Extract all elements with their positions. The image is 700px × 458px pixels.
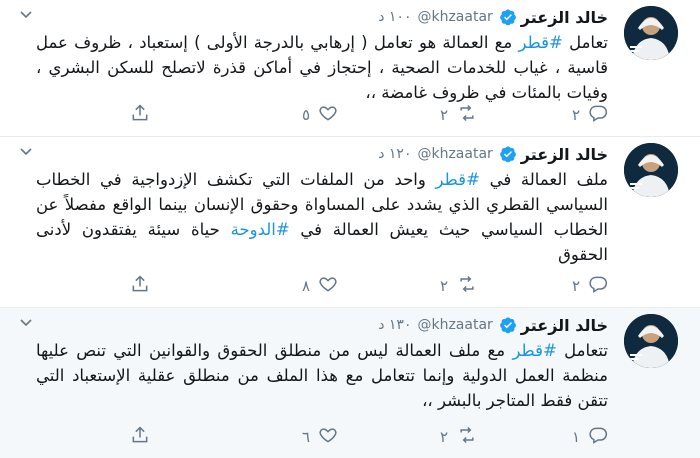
timestamp[interactable]: ١٠٠ د	[378, 9, 411, 25]
username-handle[interactable]: @khzaatar	[417, 146, 492, 162]
tweet-text-part: تعامل	[562, 33, 608, 52]
verified-badge-icon	[499, 316, 517, 334]
reply-button[interactable]: ١	[572, 422, 608, 452]
share-icon	[130, 425, 150, 449]
verified-badge-icon	[499, 8, 517, 26]
like-count: ٨	[301, 277, 310, 295]
hashtag-link[interactable]: #الدوحة	[231, 220, 290, 239]
tweet-text-part: ملف العمالة في	[479, 170, 608, 189]
timestamp[interactable]: ١٢٠ د	[378, 146, 411, 162]
verified-badge-icon	[499, 145, 517, 163]
caret-down-icon[interactable]	[18, 143, 34, 159]
retweet-button[interactable]: ٢	[440, 422, 478, 452]
caret-down-icon[interactable]	[18, 6, 34, 22]
timestamp[interactable]: ١٣٠ د	[378, 317, 411, 333]
like-button[interactable]: ٦	[302, 422, 338, 452]
tweet[interactable]: خالد الزعتر @khzaatar ١٠٠ د تعامل #قطر م…	[0, 0, 700, 137]
tweet-text: تتعامل #قطر مع ملف العمالة ليس من منطلق …	[18, 338, 608, 413]
caret-down-icon[interactable]	[18, 314, 34, 330]
hashtag-link[interactable]: #قطر	[519, 33, 563, 52]
tweet[interactable]: خالد الزعتر @khzaatar ١٣٠ د تتعامل #قطر …	[0, 308, 700, 458]
username-handle[interactable]: @khzaatar	[417, 317, 492, 333]
display-name[interactable]: خالد الزعتر	[521, 8, 608, 27]
tweet-feed: خالد الزعتر @khzaatar ١٠٠ د تعامل #قطر م…	[0, 0, 700, 458]
reply-icon	[588, 425, 608, 449]
avatar[interactable]	[624, 143, 678, 197]
tweet-actions: ١ ٢ ٦	[18, 422, 608, 452]
share-button[interactable]	[130, 100, 150, 130]
tweet-text-part: تتعامل	[556, 341, 609, 360]
like-button[interactable]: ٥	[302, 100, 338, 130]
retweet-button[interactable]: ٢	[440, 100, 478, 130]
share-icon	[130, 274, 150, 298]
retweet-icon	[456, 425, 478, 449]
reply-icon	[588, 103, 608, 127]
tweet-actions: ٢ ٢ ٥	[18, 100, 608, 130]
tweet-header: خالد الزعتر @khzaatar ١٠٠ د	[18, 0, 608, 34]
tweet-header: خالد الزعتر @khzaatar ١٢٠ د	[18, 137, 608, 171]
like-icon	[318, 103, 338, 127]
reply-count: ١	[571, 428, 580, 446]
retweet-count: ٢	[439, 106, 448, 124]
reply-button[interactable]: ٢	[572, 100, 608, 130]
share-button[interactable]	[130, 422, 150, 452]
reply-icon	[588, 274, 608, 298]
retweet-icon	[456, 103, 478, 127]
like-button[interactable]: ٨	[302, 271, 338, 301]
tweet-actions: ٢ ٢ ٨	[18, 271, 608, 301]
retweet-count: ٢	[439, 428, 448, 446]
retweet-count: ٢	[439, 277, 448, 295]
reply-count: ٢	[571, 277, 580, 295]
hashtag-link[interactable]: #قطر	[512, 341, 556, 360]
reply-count: ٢	[571, 106, 580, 124]
avatar[interactable]	[624, 6, 678, 60]
reply-button[interactable]: ٢	[572, 271, 608, 301]
username-handle[interactable]: @khzaatar	[417, 9, 492, 25]
retweet-icon	[456, 274, 478, 298]
tweet-text: ملف العمالة في #قطر واحد من الملفات التي…	[18, 167, 608, 267]
display-name[interactable]: خالد الزعتر	[521, 145, 608, 164]
tweet-header: خالد الزعتر @khzaatar ١٣٠ د	[18, 308, 608, 342]
like-count: ٦	[301, 428, 310, 446]
like-icon	[318, 274, 338, 298]
like-icon	[318, 425, 338, 449]
hashtag-link[interactable]: #قطر	[436, 170, 480, 189]
display-name[interactable]: خالد الزعتر	[521, 316, 608, 335]
retweet-button[interactable]: ٢	[440, 271, 478, 301]
avatar[interactable]	[624, 314, 678, 368]
share-icon	[130, 103, 150, 127]
share-button[interactable]	[130, 271, 150, 301]
tweet[interactable]: خالد الزعتر @khzaatar ١٢٠ د ملف العمالة …	[0, 137, 700, 308]
like-count: ٥	[301, 106, 310, 124]
tweet-text: تعامل #قطر مع العمالة هو تعامل ( إرهابي …	[18, 30, 608, 105]
